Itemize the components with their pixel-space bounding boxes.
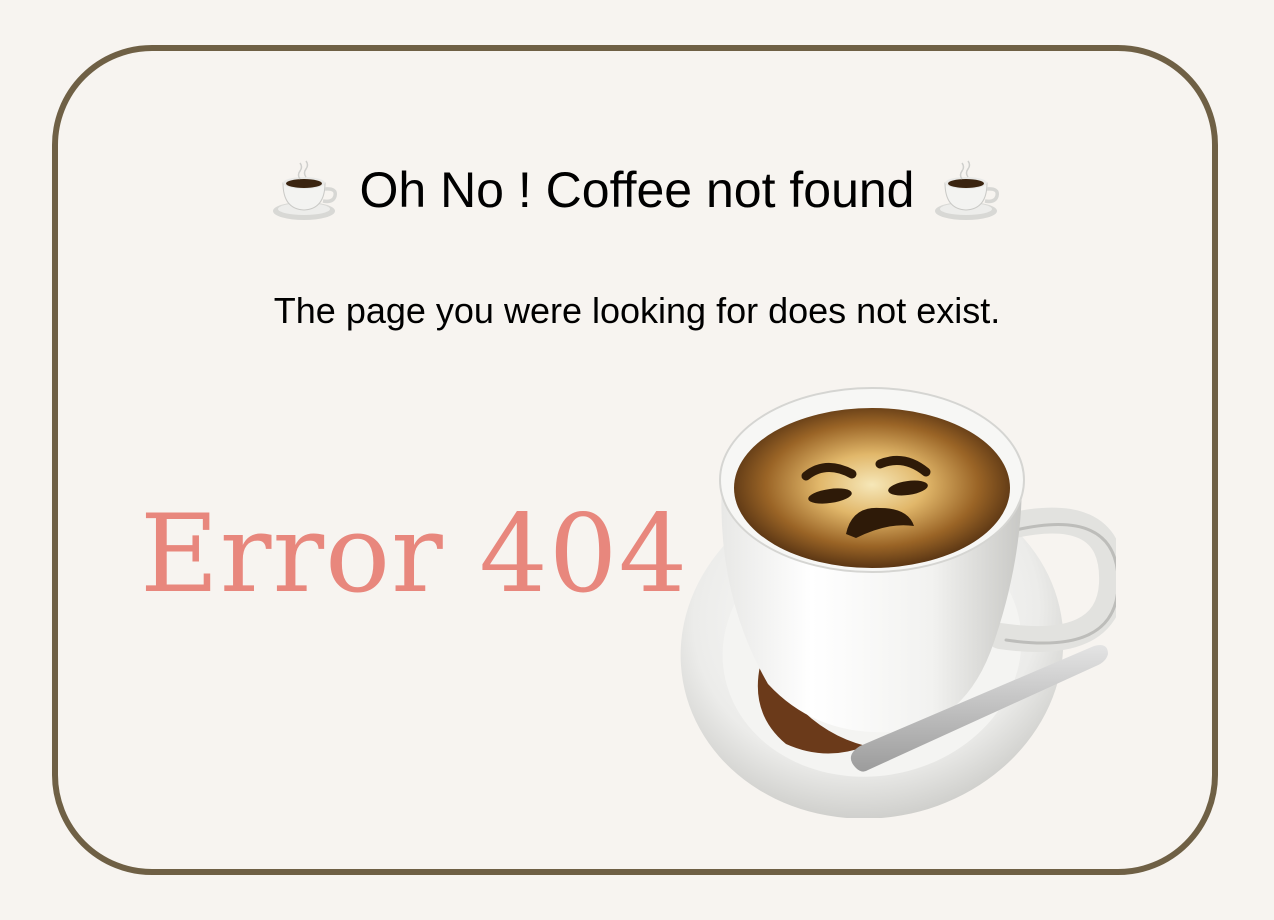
error-message: The page you were looking for does not e… xyxy=(273,290,1001,331)
page-title: Oh No ! Coffee not found xyxy=(359,162,915,218)
error-code: Error 404 xyxy=(140,492,689,617)
coffee-cup-icon xyxy=(273,160,338,220)
coffee-cup-icon xyxy=(934,160,999,220)
sad-coffee-cup-icon xyxy=(680,387,1116,818)
page-title-row: Oh No ! Coffee not found xyxy=(0,158,1274,222)
